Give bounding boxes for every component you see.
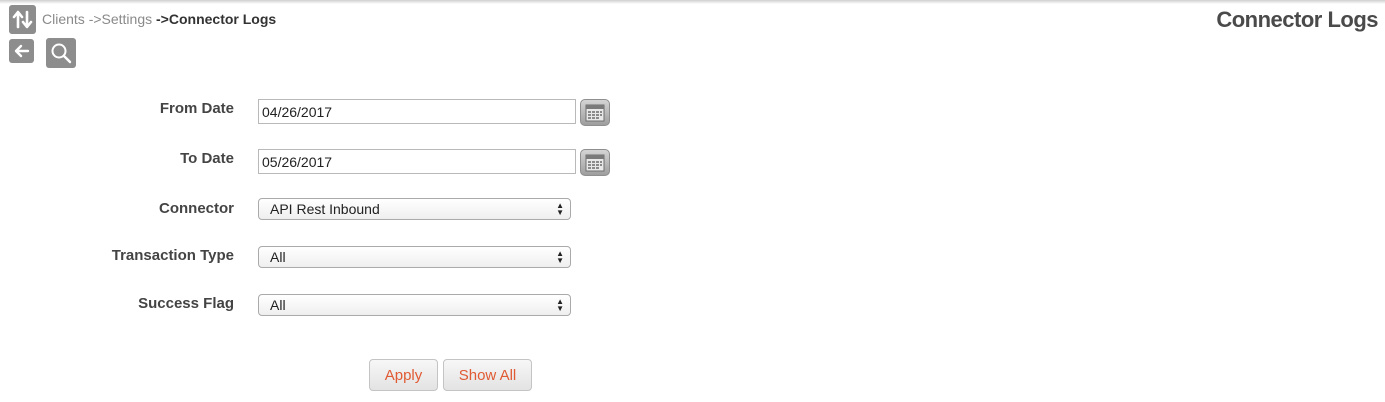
- breadcrumb-settings[interactable]: Settings: [102, 11, 153, 27]
- success-flag-selected-value: All: [270, 297, 286, 313]
- breadcrumb: Clients ->Settings ->Connector Logs: [42, 11, 276, 27]
- show-all-button[interactable]: Show All: [443, 359, 532, 391]
- from-date-input[interactable]: [258, 99, 576, 124]
- calendar-icon[interactable]: [580, 149, 610, 176]
- calendar-icon[interactable]: [580, 99, 610, 126]
- select-arrows-icon: ▲ ▼: [556, 297, 564, 313]
- select-arrows-icon: ▲ ▼: [556, 201, 564, 217]
- top-shadow: [0, 0, 1385, 4]
- connector-select[interactable]: API Rest Inbound ▲ ▼: [258, 198, 571, 220]
- transaction-type-selected-value: All: [270, 249, 286, 265]
- success-flag-label: Success Flag: [138, 295, 234, 312]
- breadcrumb-current: Connector Logs: [168, 11, 277, 27]
- connector-label: Connector: [159, 200, 234, 217]
- select-arrows-icon: ▲ ▼: [556, 249, 564, 265]
- breadcrumb-separator: ->: [156, 11, 169, 27]
- breadcrumb-clients[interactable]: Clients: [42, 11, 85, 27]
- transaction-type-label: Transaction Type: [111, 247, 234, 264]
- to-date-input[interactable]: [258, 149, 576, 174]
- apply-button[interactable]: Apply: [369, 359, 438, 391]
- success-flag-select[interactable]: All ▲ ▼: [258, 294, 571, 316]
- search-icon[interactable]: [46, 38, 76, 68]
- breadcrumb-separator: ->: [88, 11, 102, 27]
- from-date-label: From Date: [159, 100, 234, 117]
- page-title: Connector Logs: [1216, 7, 1378, 32]
- connector-selected-value: API Rest Inbound: [270, 201, 380, 217]
- sort-toggle-icon[interactable]: [9, 5, 36, 34]
- to-date-label: To Date: [180, 150, 234, 167]
- back-arrow-icon[interactable]: [9, 39, 34, 63]
- transaction-type-select[interactable]: All ▲ ▼: [258, 246, 571, 268]
